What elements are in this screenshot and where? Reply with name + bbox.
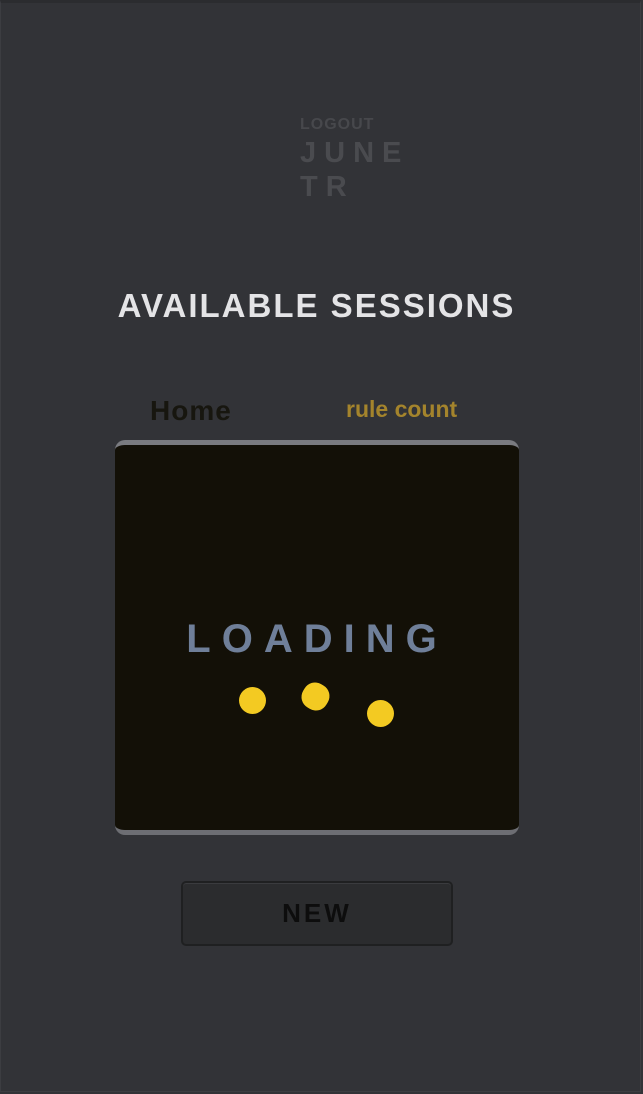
new-session-button[interactable]: NEW [181,881,453,946]
app-frame: LOGOUT JUNE TR AVAILABLE SESSIONS Home r… [0,0,641,1092]
page-title: AVAILABLE SESSIONS [117,287,516,324]
user-name-line-1: JUNE [300,137,410,169]
user-name-line-2: TR [300,171,355,203]
loading-status: LOADING [186,617,448,661]
loading-dot-1 [239,687,266,714]
tab-home[interactable]: Home [150,395,232,427]
loading-dot-2 [297,678,334,715]
logout-link[interactable]: LOGOUT [300,116,409,134]
loading-dot-3 [367,700,394,727]
tab-rule-count[interactable]: rule count [346,396,457,423]
user-name: JUNE TR [300,136,409,204]
sessions-panel: LOADING [115,440,519,835]
user-block: LOGOUT JUNE TR [300,116,409,204]
